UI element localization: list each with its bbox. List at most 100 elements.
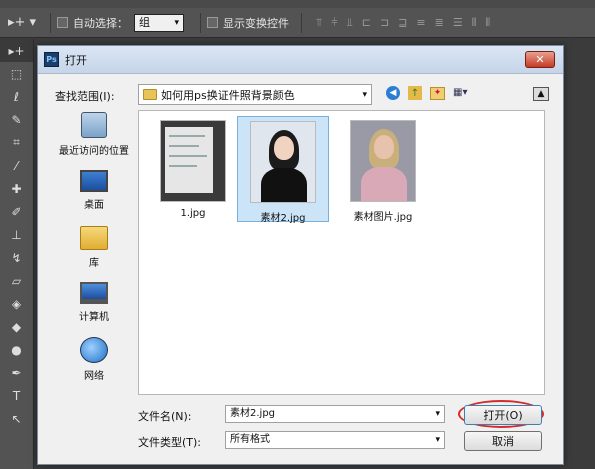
file-name: 1.jpg bbox=[180, 208, 206, 219]
chevron-down-icon[interactable]: ▾ bbox=[435, 406, 440, 422]
file-name: 素材图片.jpg bbox=[353, 212, 413, 223]
photoshop-logo-icon: Ps bbox=[44, 52, 59, 67]
dialog-titlebar: Ps 打开 ✕ bbox=[38, 46, 563, 74]
thumbnail-line bbox=[169, 145, 199, 147]
place-recent[interactable]: 最近访问的位置 bbox=[52, 112, 136, 157]
thumbnail-line bbox=[169, 135, 205, 137]
filetype-value: 所有格式 bbox=[230, 434, 270, 445]
close-button[interactable]: ✕ bbox=[525, 51, 555, 68]
place-label: 计算机 bbox=[79, 312, 109, 323]
move-tool-icon[interactable]: ▸+ ▾ bbox=[0, 15, 44, 30]
eraser-tool-icon[interactable]: ▱ bbox=[0, 269, 33, 292]
file-name: 素材2.jpg bbox=[260, 213, 306, 224]
align-bottom-icon[interactable]: ⫫ bbox=[347, 16, 353, 30]
distribute-right-icon[interactable]: ⦀ bbox=[485, 16, 490, 30]
pen-tool-icon[interactable]: ✒ bbox=[0, 361, 33, 384]
place-computer[interactable]: 计算机 bbox=[52, 282, 136, 323]
file-thumbnail bbox=[160, 120, 226, 202]
auto-select-label: 自动选择： bbox=[73, 16, 128, 30]
show-transform-checkbox[interactable] bbox=[207, 17, 218, 28]
cancel-button[interactable]: 取消 bbox=[464, 431, 542, 451]
file-item-selected[interactable]: 素材2.jpg bbox=[237, 116, 329, 224]
type-tool-icon[interactable]: T bbox=[0, 384, 33, 407]
crop-tool-icon[interactable]: ⌗ bbox=[0, 131, 33, 154]
computer-icon bbox=[80, 282, 108, 304]
dodge-tool-icon[interactable]: ● bbox=[0, 338, 33, 361]
align-right-icon[interactable]: ⊒ bbox=[398, 16, 407, 30]
marquee-tool-icon[interactable]: ⬚ bbox=[0, 62, 33, 85]
app-menubar bbox=[0, 0, 595, 8]
look-in-value: 如何用ps换证件照背景颜色 bbox=[161, 88, 295, 102]
library-icon bbox=[80, 226, 108, 250]
portrait-head bbox=[374, 135, 394, 159]
filename-label: 文件名(N): bbox=[138, 410, 192, 423]
auto-select-checkbox[interactable] bbox=[57, 17, 68, 28]
places-bar: 最近访问的位置 桌面 库 计算机 网络 bbox=[52, 110, 136, 400]
filename-value: 素材2.jpg bbox=[230, 408, 276, 419]
place-library[interactable]: 库 bbox=[52, 226, 136, 269]
align-top-icon[interactable]: ⫪ bbox=[316, 16, 322, 30]
back-icon[interactable]: ◀ bbox=[386, 86, 400, 100]
paint-bucket-tool-icon[interactable]: ◈ bbox=[0, 292, 33, 315]
quick-select-tool-icon[interactable]: ✎ bbox=[0, 108, 33, 131]
place-network[interactable]: 网络 bbox=[52, 337, 136, 382]
filetype-label: 文件类型(T): bbox=[138, 436, 202, 449]
history-brush-tool-icon[interactable]: ↯ bbox=[0, 246, 33, 269]
file-item[interactable]: 素材图片.jpg bbox=[337, 116, 429, 223]
portrait-body bbox=[261, 168, 307, 202]
align-middle-icon[interactable]: ⫩ bbox=[331, 16, 337, 30]
brush-tool-icon[interactable]: ✐ bbox=[0, 200, 33, 223]
stamp-tool-icon[interactable]: ⊥ bbox=[0, 223, 33, 246]
options-separator bbox=[200, 12, 201, 33]
eyedropper-tool-icon[interactable]: ⁄ bbox=[0, 154, 33, 177]
folder-icon bbox=[143, 89, 157, 100]
view-menu-icon[interactable]: ▦▾ bbox=[453, 87, 475, 100]
chevron-down-icon: ▾ bbox=[362, 89, 367, 100]
align-center-icon[interactable]: ⊐ bbox=[380, 16, 389, 30]
filename-input[interactable]: 素材2.jpg ▾ bbox=[225, 405, 445, 423]
file-thumbnail bbox=[250, 121, 316, 203]
align-buttons: ⫪ ⫩ ⫫ ⊏ ⊐ ⊒ ≡ ≣ ☰ ⫴ ⦀ bbox=[316, 16, 490, 30]
show-transform-label: 显示变换控件 bbox=[223, 16, 289, 30]
lasso-tool-icon[interactable]: ℓ bbox=[0, 85, 33, 108]
desktop-shortcut-icon[interactable]: ▲ bbox=[533, 87, 549, 101]
up-folder-icon[interactable]: ↑ bbox=[408, 86, 422, 100]
place-desktop[interactable]: 桌面 bbox=[52, 170, 136, 211]
place-label: 最近访问的位置 bbox=[59, 146, 129, 157]
thumbnail-line bbox=[169, 155, 207, 157]
align-left-icon[interactable]: ⊏ bbox=[362, 16, 371, 30]
chevron-down-icon[interactable]: ▾ bbox=[435, 432, 440, 448]
portrait-head bbox=[274, 136, 294, 160]
thumbnail-line bbox=[169, 165, 197, 167]
auto-select-dropdown[interactable]: 组 bbox=[134, 13, 184, 32]
place-label: 库 bbox=[89, 258, 99, 269]
file-item[interactable]: 1.jpg bbox=[147, 116, 239, 222]
open-file-dialog: Ps 打开 ✕ 查找范围(I): 如何用ps换证件照背景颜色 ▾ ◀ ↑ ✦ ▦… bbox=[37, 45, 564, 465]
file-list[interactable]: 1.jpg 素材2.jpg 素材图片.jpg bbox=[138, 110, 545, 395]
options-separator bbox=[50, 12, 51, 33]
filetype-dropdown[interactable]: 所有格式 ▾ bbox=[225, 431, 445, 449]
blur-tool-icon[interactable]: ◆ bbox=[0, 315, 33, 338]
distribute-left-icon[interactable]: ⫴ bbox=[472, 16, 477, 30]
nav-toolbar: ◀ ↑ ✦ ▦▾ bbox=[386, 86, 475, 100]
move-tool-icon[interactable]: ▸+ bbox=[0, 39, 33, 62]
distribute-bottom-icon[interactable]: ☰ bbox=[453, 16, 463, 30]
recent-places-icon bbox=[81, 112, 107, 138]
new-folder-icon[interactable]: ✦ bbox=[430, 86, 445, 100]
dialog-footer: 文件名(N): 素材2.jpg ▾ 打开(O) 文件类型(T): 所有格式 ▾ … bbox=[138, 400, 545, 462]
options-bar: ▸+ ▾ 自动选择： 组 显示变换控件 ⫪ ⫩ ⫫ ⊏ ⊐ ⊒ ≡ ≣ ☰ ⫴ … bbox=[0, 8, 595, 38]
network-icon bbox=[80, 337, 108, 363]
options-separator bbox=[301, 12, 302, 33]
open-button[interactable]: 打开(O) bbox=[464, 405, 542, 425]
tools-panel: ▸+ ⬚ ℓ ✎ ⌗ ⁄ ✚ ✐ ⊥ ↯ ▱ ◈ ◆ ● ✒ T ↖ bbox=[0, 39, 34, 469]
look-in-label: 查找范围(I): bbox=[55, 90, 115, 103]
look-in-dropdown[interactable]: 如何用ps换证件照背景颜色 ▾ bbox=[138, 84, 372, 105]
distribute-top-icon[interactable]: ≡ bbox=[416, 16, 425, 30]
path-select-tool-icon[interactable]: ↖ bbox=[0, 407, 33, 430]
place-label: 网络 bbox=[84, 371, 104, 382]
dialog-title: 打开 bbox=[65, 53, 87, 67]
portrait-body bbox=[361, 167, 407, 201]
healing-tool-icon[interactable]: ✚ bbox=[0, 177, 33, 200]
place-label: 桌面 bbox=[84, 200, 104, 211]
distribute-middle-icon[interactable]: ≣ bbox=[435, 16, 444, 30]
